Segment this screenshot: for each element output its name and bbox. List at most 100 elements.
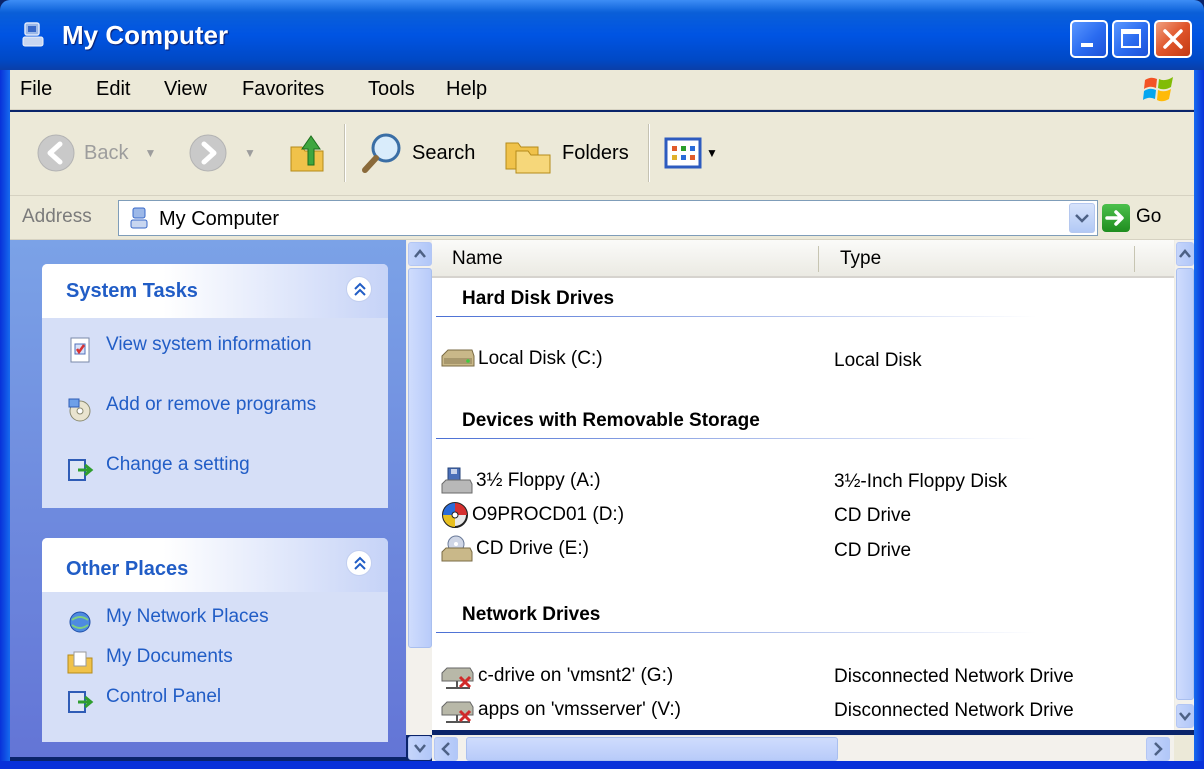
forward-dropdown-icon[interactable]: ▼ [244,146,256,160]
drive-type: Local Disk [834,350,922,371]
menu-favorites[interactable]: Favorites [242,78,324,101]
forward-button[interactable]: ▼ [188,130,256,176]
minimize-button[interactable] [1070,20,1108,58]
address-dropdown-button[interactable] [1069,203,1095,233]
chevron-up-double-icon [354,556,366,570]
go-button[interactable] [1102,204,1130,232]
column-type-label: Type [840,248,882,269]
place-label: My Network Places [106,606,269,627]
scroll-up-button[interactable] [408,242,432,266]
menu-help[interactable]: Help [446,78,487,101]
task-pane: System Tasks View system information Add… [10,240,406,757]
drive-item-o9procd01-d[interactable]: O9PROCD01 (D:) [440,500,624,530]
my-computer-icon [130,207,148,229]
drive-name: Local Disk (C:) [478,348,603,369]
scroll-right-button[interactable] [1146,737,1170,761]
task-label: View system information [106,334,312,355]
back-arrow-icon [37,134,75,172]
system-tasks-panel: System Tasks View system information Add… [42,264,388,508]
title-bar[interactable]: My Computer [0,0,1204,70]
search-button[interactable]: Search [360,130,475,176]
disconnected-network-drive-icon [441,667,474,689]
scroll-thumb[interactable] [466,737,838,761]
hard-disk-icon [441,349,475,367]
drive-item-c-drive-vmsnt2-g[interactable]: c-drive on 'vmsnt2' (G:) [440,661,673,691]
resize-grip[interactable] [1174,735,1194,761]
scroll-thumb[interactable] [1176,268,1194,700]
list-vertical-scrollbar[interactable] [1174,240,1194,730]
documents-folder-icon [67,651,93,674]
system-tasks-header[interactable]: System Tasks [42,264,388,318]
place-my-network-places[interactable]: My Network Places [42,604,388,644]
column-header-type[interactable]: Type [820,240,1174,278]
back-button[interactable]: Back ▼ [36,130,156,176]
task-pane-scrollbar[interactable] [406,240,432,760]
close-icon [1163,29,1183,49]
address-bar: Address My Computer Go [10,196,1194,240]
menu-tools[interactable]: Tools [368,78,415,101]
up-folder-icon [290,135,324,172]
drive-type: CD Drive [834,505,912,526]
task-add-remove-programs[interactable]: Add or remove programs [42,392,388,452]
task-view-system-information[interactable]: View system information [42,332,388,392]
system-tasks-title: System Tasks [66,280,198,302]
scroll-down-button[interactable] [1176,704,1194,728]
window-title: My Computer [62,20,229,50]
folders-label: Folders [562,141,629,164]
scroll-left-button[interactable] [434,737,458,761]
drive-name: CD Drive (E:) [476,538,589,559]
collapse-button[interactable] [346,276,372,302]
place-label: Control Panel [106,686,222,707]
address-input[interactable]: My Computer [118,200,1098,236]
menu-file[interactable]: File [20,78,52,101]
drive-item-floppy-a[interactable]: 3½ Floppy (A:) [440,466,601,496]
scroll-down-button[interactable] [408,736,432,760]
column-divider[interactable] [818,246,819,272]
other-places-title: Other Places [66,558,189,580]
place-my-documents[interactable]: My Documents [42,644,388,684]
drive-type: Disconnected Network Drive [834,666,1074,687]
address-value: My Computer [159,208,280,230]
menu-edit[interactable]: Edit [96,78,130,101]
place-label: My Documents [106,646,233,667]
forward-arrow-icon [189,134,227,172]
place-control-panel[interactable]: Control Panel [42,684,388,724]
scroll-thumb[interactable] [408,268,432,648]
drive-item-local-disk-c[interactable]: Local Disk (C:) [440,344,603,374]
maximize-button[interactable] [1112,20,1150,58]
chevron-down-icon [414,744,426,753]
task-label: Add or remove programs [106,394,317,415]
column-header-name[interactable]: Name [432,240,820,278]
task-change-a-setting[interactable]: Change a setting [42,452,388,512]
minimize-icon [1081,43,1093,47]
drive-type: CD Drive [834,540,912,561]
go-label[interactable]: Go [1136,206,1161,228]
menu-view[interactable]: View [164,78,207,101]
views-button[interactable]: ▼ [664,130,718,176]
close-button[interactable] [1154,20,1192,58]
task-label: Change a setting [106,454,250,475]
collapse-button[interactable] [346,550,372,576]
up-folder-button[interactable] [288,130,328,176]
column-divider[interactable] [1134,246,1135,272]
control-panel-icon [68,691,94,713]
group-divider [436,316,1036,317]
cd-disc-icon [442,502,468,528]
views-icon [664,137,702,169]
search-label: Search [412,141,476,164]
drive-name: O9PROCD01 (D:) [472,504,625,525]
other-places-header[interactable]: Other Places [42,538,388,592]
scroll-up-button[interactable] [1176,242,1194,266]
list-horizontal-scrollbar[interactable] [432,735,1174,761]
back-dropdown-icon[interactable]: ▼ [144,146,156,160]
folders-icon [505,142,551,174]
drive-item-apps-vmsserver-v[interactable]: apps on 'vmsserver' (V:) [440,695,681,725]
network-places-icon [69,611,91,633]
views-dropdown-icon[interactable]: ▼ [706,146,718,160]
window-frame-bottom [0,761,1204,769]
search-icon [362,133,401,173]
folders-button[interactable]: Folders [504,130,629,176]
chevron-down-icon [1075,214,1089,223]
chevron-up-icon [414,249,426,258]
drive-item-cd-drive-e[interactable]: CD Drive (E:) [440,534,589,564]
